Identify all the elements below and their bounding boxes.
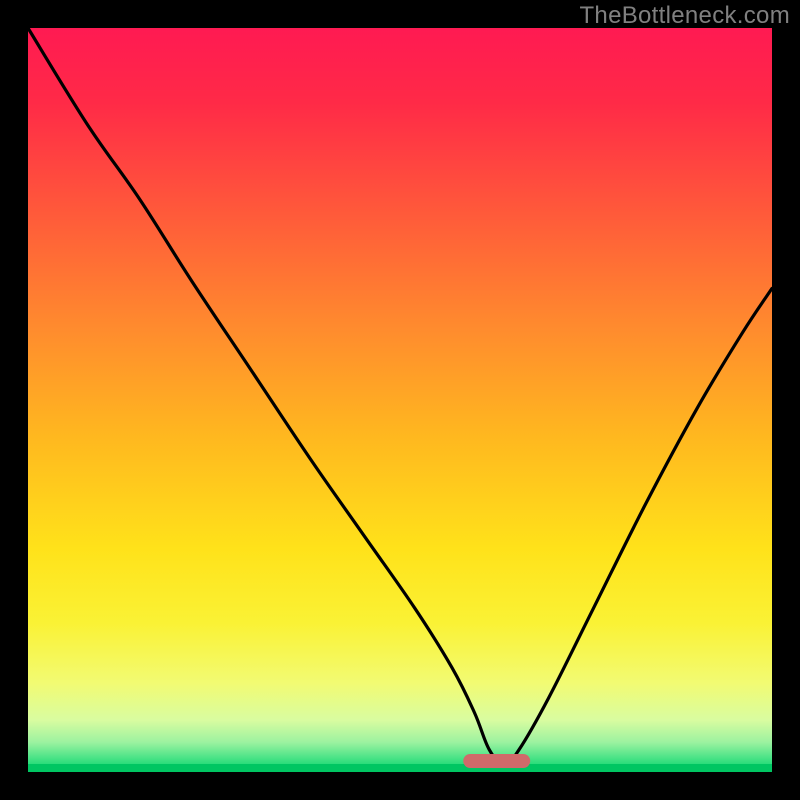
chart-frame: TheBottleneck.com (0, 0, 800, 800)
bottleneck-plot (28, 28, 772, 772)
green-band (28, 764, 772, 772)
optimal-marker (463, 754, 530, 768)
gradient-bg (28, 28, 772, 772)
watermark-text: TheBottleneck.com (579, 2, 790, 30)
plot-svg (28, 28, 772, 772)
